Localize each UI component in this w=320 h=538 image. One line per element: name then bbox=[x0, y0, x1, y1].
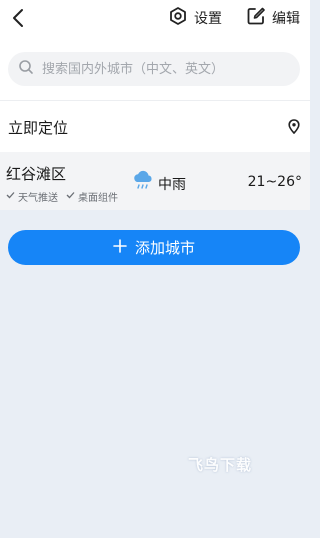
location-pin-icon[interactable] bbox=[288, 119, 300, 138]
locate-row[interactable]: 立即定位 bbox=[0, 101, 310, 152]
search-icon bbox=[8, 59, 34, 79]
check-icon bbox=[66, 191, 78, 202]
search-section bbox=[0, 36, 310, 100]
tag-label: 天气推送 bbox=[18, 193, 58, 204]
rain-cloud-icon bbox=[132, 170, 154, 196]
edit-button[interactable]: 编辑 bbox=[246, 6, 300, 30]
city-tags: 天气推送 桌面组件 bbox=[6, 189, 126, 204]
plus-icon bbox=[113, 238, 127, 257]
watermark: 飞鸟下载 bbox=[188, 456, 253, 474]
tag-desktop-widget: 桌面组件 bbox=[66, 189, 118, 204]
settings-button[interactable]: 设置 bbox=[168, 6, 222, 30]
search-box[interactable] bbox=[8, 52, 300, 86]
search-input[interactable] bbox=[40, 60, 300, 78]
check-icon bbox=[6, 191, 18, 202]
city-name: 红谷滩区 bbox=[6, 165, 67, 183]
settings-label: 设置 bbox=[194, 11, 222, 27]
tag-weather-push: 天气推送 bbox=[6, 189, 58, 204]
chevron-left-icon bbox=[8, 9, 30, 34]
locate-label: 立即定位 bbox=[8, 119, 69, 137]
tag-label: 桌面组件 bbox=[78, 193, 118, 204]
top-bar: 设置 编辑 bbox=[0, 0, 310, 36]
edit-icon bbox=[246, 6, 266, 30]
temperature-range: 21~26° bbox=[247, 174, 302, 190]
weather-condition: 中雨 bbox=[158, 177, 186, 193]
hexagon-gear-icon bbox=[168, 6, 188, 30]
back-button[interactable] bbox=[8, 6, 30, 30]
edit-label: 编辑 bbox=[272, 11, 300, 27]
add-city-button[interactable]: 添加城市 bbox=[8, 230, 300, 265]
add-city-label: 添加城市 bbox=[134, 239, 195, 257]
